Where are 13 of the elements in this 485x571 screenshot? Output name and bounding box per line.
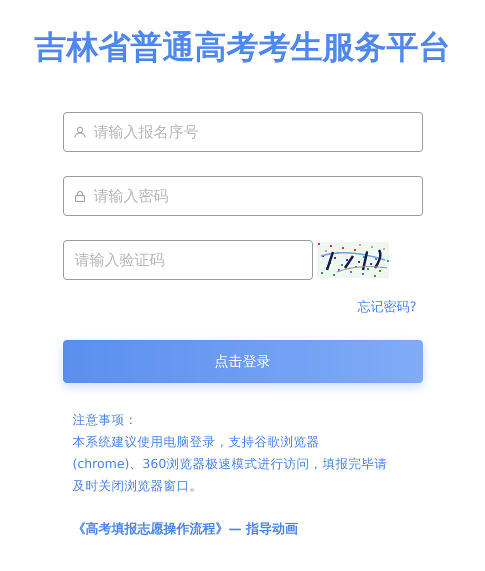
notice-heading: 注意事项：: [72, 411, 138, 429]
guide-link[interactable]: 《高考填报志愿操作流程》— 指导动画: [72, 519, 298, 541]
username-field[interactable]: 请输入报名序号: [62, 112, 422, 152]
forgot-password-link[interactable]: 忘记密码?: [358, 298, 416, 316]
lock-icon: [74, 190, 86, 202]
password-field[interactable]: 请输入密码: [62, 176, 422, 216]
login-button[interactable]: 点击登录: [62, 340, 422, 383]
page-title: 吉林省普通高考考生服务平台: [34, 27, 450, 68]
notice-text: 本系统建议使用电脑登录，支持谷歌浏览器: [72, 434, 320, 449]
notice-text: 及时关闭浏览器窗口。: [72, 478, 202, 493]
captcha-field[interactable]: 请输入验证码: [62, 240, 312, 280]
user-icon: [74, 126, 86, 138]
notice-text: (chrome)、360浏览器极速模式进行访问，填报完毕请: [72, 456, 388, 471]
